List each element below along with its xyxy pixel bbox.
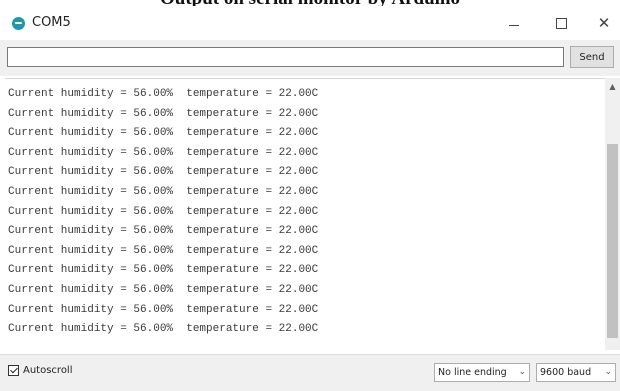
output-line: Current humidity = 56.00% temperature = … xyxy=(8,205,319,218)
line-ending-dropdown[interactable]: No line ending ⌄ xyxy=(434,363,530,382)
baud-rate-value: 9600 baud xyxy=(540,367,592,378)
autoscroll-checkbox[interactable] xyxy=(8,365,19,376)
baud-rate-dropdown[interactable]: 9600 baud ⌄ xyxy=(536,363,616,382)
minimize-button[interactable] xyxy=(494,6,534,40)
arduino-icon xyxy=(12,17,25,30)
serial-output-area[interactable]: Current humidity = 56.00% temperature = … xyxy=(5,78,605,351)
output-line: Current humidity = 56.00% temperature = … xyxy=(8,107,319,120)
output-line: Current humidity = 56.00% temperature = … xyxy=(8,146,319,159)
output-lines: Current humidity = 56.00% temperature = … xyxy=(8,85,318,340)
scroll-thumb[interactable] xyxy=(607,144,618,338)
window-title: COM5 xyxy=(32,15,71,30)
minimize-icon xyxy=(509,24,519,26)
close-icon: ✕ xyxy=(597,13,611,32)
output-line: Current humidity = 56.00% temperature = … xyxy=(8,88,319,100)
output-line: Current humidity = 56.00% temperature = … xyxy=(8,244,319,257)
line-ending-value: No line ending xyxy=(438,367,507,378)
maximize-button[interactable] xyxy=(541,6,581,40)
send-row: Send xyxy=(0,40,620,76)
chevron-down-icon: ⌄ xyxy=(518,367,526,377)
output-line: Current humidity = 56.00% temperature = … xyxy=(8,225,319,238)
output-line: Current humidity = 56.00% temperature = … xyxy=(8,283,319,296)
bottom-bar: Autoscroll No line ending ⌄ 9600 baud ⌄ xyxy=(0,354,620,391)
autoscroll-label: Autoscroll xyxy=(23,365,73,376)
output-line: Current humidity = 56.00% temperature = … xyxy=(8,185,319,198)
chevron-down-icon: ⌄ xyxy=(604,367,612,377)
vertical-scrollbar[interactable]: ▲ xyxy=(605,78,620,350)
output-line: Current humidity = 56.00% temperature = … xyxy=(8,303,319,316)
autoscroll-toggle[interactable]: Autoscroll xyxy=(8,365,73,376)
serial-input-field[interactable] xyxy=(7,47,564,67)
title-bar[interactable]: COM5 ✕ xyxy=(0,6,620,40)
output-line: Current humidity = 56.00% temperature = … xyxy=(8,127,319,140)
maximize-icon xyxy=(555,17,567,29)
output-line: Current humidity = 56.00% temperature = … xyxy=(8,264,319,277)
output-line: Current humidity = 56.00% temperature = … xyxy=(8,166,319,179)
close-button[interactable]: ✕ xyxy=(584,6,620,40)
serial-monitor-window: COM5 ✕ Send Current humidity = 56.00% te… xyxy=(0,6,620,391)
scroll-up-arrow-icon[interactable]: ▲ xyxy=(605,80,620,94)
output-line: Current humidity = 56.00% temperature = … xyxy=(8,323,319,336)
send-button[interactable]: Send xyxy=(570,46,614,68)
